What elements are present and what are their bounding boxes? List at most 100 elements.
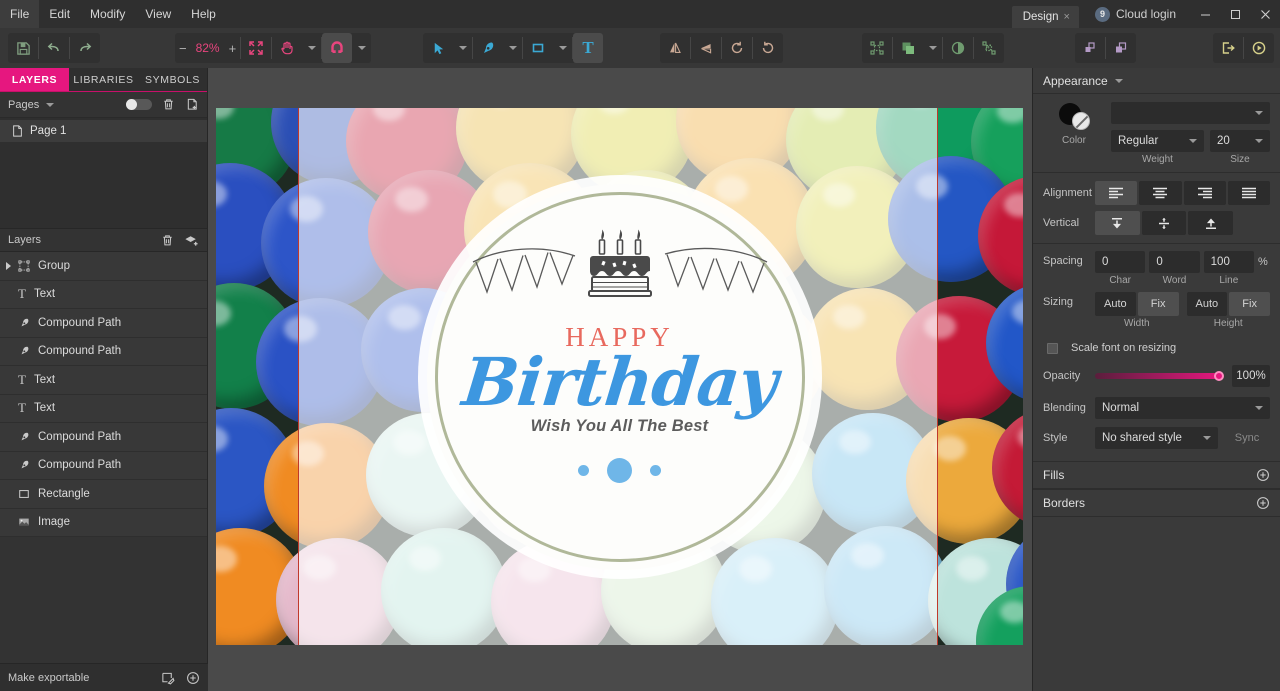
opacity-slider-knob[interactable] bbox=[1214, 371, 1224, 381]
document-tab-design[interactable]: Design × bbox=[1011, 6, 1079, 28]
artwork-circle-card[interactable]: HAPPY Birthday Wish You All The Best bbox=[426, 183, 813, 570]
menu-help[interactable]: Help bbox=[181, 0, 226, 28]
font-size-select[interactable]: 20 bbox=[1210, 130, 1270, 152]
opacity-slider[interactable] bbox=[1095, 371, 1224, 381]
hand-tool-button[interactable] bbox=[272, 33, 302, 63]
select-tool-dropdown[interactable] bbox=[453, 33, 472, 63]
align-center-button[interactable] bbox=[1139, 181, 1182, 205]
pages-visibility-toggle[interactable] bbox=[126, 99, 152, 110]
spacing-line-input[interactable]: 100 bbox=[1203, 251, 1254, 273]
align-right-button[interactable] bbox=[1183, 181, 1226, 205]
close-icon[interactable]: × bbox=[1064, 11, 1070, 23]
menu-modify[interactable]: Modify bbox=[80, 0, 135, 28]
layer-row[interactable]: Compound Path bbox=[0, 423, 207, 452]
hand-tool-dropdown[interactable] bbox=[302, 33, 321, 63]
menu-edit[interactable]: Edit bbox=[39, 0, 80, 28]
minimize-button[interactable] bbox=[1190, 0, 1220, 28]
menu-file[interactable]: File bbox=[0, 0, 40, 28]
save-button[interactable] bbox=[8, 33, 38, 63]
maximize-button[interactable] bbox=[1220, 0, 1250, 28]
valign-middle-button[interactable] bbox=[1141, 211, 1187, 235]
rectangle-tool-dropdown[interactable] bbox=[553, 33, 572, 63]
width-auto-button[interactable]: Auto bbox=[1095, 292, 1136, 316]
arrange-button[interactable] bbox=[893, 33, 923, 63]
font-family-select[interactable] bbox=[1111, 102, 1270, 124]
rotate-counterclockwise-button[interactable] bbox=[722, 33, 752, 63]
layer-row[interactable]: Compound Path bbox=[0, 451, 207, 480]
font-weight-select[interactable]: Regular bbox=[1111, 130, 1204, 152]
spacing-word-input[interactable]: 0 bbox=[1149, 251, 1200, 273]
pen-tool-button[interactable] bbox=[473, 33, 503, 63]
align-left-button[interactable] bbox=[1095, 181, 1138, 205]
trash-icon[interactable] bbox=[162, 98, 175, 111]
text-tool-button[interactable]: T bbox=[573, 33, 603, 63]
export-slice-icon[interactable] bbox=[161, 671, 175, 685]
scale-button[interactable] bbox=[1075, 33, 1105, 63]
mask-button[interactable] bbox=[943, 33, 973, 63]
plus-circle-icon[interactable] bbox=[1256, 468, 1270, 482]
zoom-in-button[interactable]: + bbox=[225, 41, 241, 56]
layer-row[interactable]: Group bbox=[0, 252, 207, 281]
scale-font-row[interactable]: Scale font on resizing bbox=[1033, 335, 1280, 361]
flip-vertical-button[interactable] bbox=[691, 33, 721, 63]
layer-row[interactable]: T Text bbox=[0, 394, 207, 423]
valign-bottom-button[interactable] bbox=[1188, 211, 1234, 235]
fit-to-screen-button[interactable] bbox=[241, 33, 271, 63]
color-swatch[interactable] bbox=[1057, 102, 1091, 132]
appearance-panel-header[interactable]: Appearance bbox=[1033, 68, 1280, 94]
page-item-page-1[interactable]: Page 1 bbox=[0, 120, 207, 142]
layer-row[interactable]: Rectangle bbox=[0, 480, 207, 509]
spacing-char-input[interactable]: 0 bbox=[1095, 251, 1146, 273]
flip-horizontal-button[interactable] bbox=[660, 33, 690, 63]
zoom-level-value[interactable]: 82% bbox=[191, 41, 225, 55]
zoom-out-button[interactable]: − bbox=[175, 41, 191, 56]
export-button[interactable] bbox=[1213, 33, 1243, 63]
plus-circle-icon[interactable] bbox=[1256, 496, 1270, 510]
layer-row[interactable]: Image bbox=[0, 508, 207, 537]
scale-font-checkbox[interactable] bbox=[1047, 342, 1058, 354]
rotate-clockwise-button[interactable] bbox=[753, 33, 783, 63]
snap-dropdown[interactable] bbox=[352, 33, 371, 63]
pen-tool-dropdown[interactable] bbox=[503, 33, 522, 63]
trash-icon[interactable] bbox=[161, 234, 174, 247]
add-page-icon[interactable] bbox=[186, 98, 199, 111]
undo-button[interactable] bbox=[39, 33, 69, 63]
opacity-value-input[interactable]: 100% bbox=[1232, 365, 1270, 387]
chevron-down-icon[interactable] bbox=[1114, 78, 1123, 83]
blending-select[interactable]: Normal bbox=[1095, 397, 1270, 419]
menu-view[interactable]: View bbox=[135, 0, 181, 28]
valign-top-button[interactable] bbox=[1095, 211, 1140, 235]
sync-button[interactable]: Sync bbox=[1224, 432, 1270, 444]
borders-section-header[interactable]: Borders bbox=[1033, 489, 1280, 517]
plus-circle-icon[interactable] bbox=[186, 671, 200, 685]
layer-row[interactable]: T Text bbox=[0, 280, 207, 309]
add-layer-icon[interactable] bbox=[185, 234, 199, 247]
close-button[interactable] bbox=[1250, 0, 1280, 28]
redo-button[interactable] bbox=[70, 33, 100, 63]
shared-style-select[interactable]: No shared style bbox=[1095, 427, 1218, 449]
canvas-area[interactable]: HAPPY Birthday Wish You All The Best bbox=[208, 68, 1032, 691]
preview-play-button[interactable] bbox=[1244, 33, 1274, 63]
arrange-dropdown[interactable] bbox=[923, 33, 942, 63]
height-auto-button[interactable]: Auto bbox=[1186, 292, 1228, 316]
height-fix-button[interactable]: Fix bbox=[1229, 292, 1270, 316]
boolean-ops-button[interactable] bbox=[974, 33, 1004, 63]
cloud-login-button[interactable]: 9 Cloud login bbox=[1079, 6, 1190, 22]
group-button[interactable] bbox=[862, 33, 892, 63]
snap-magnet-button[interactable] bbox=[322, 33, 353, 63]
width-fix-button[interactable]: Fix bbox=[1137, 292, 1179, 316]
duplicate-button[interactable] bbox=[1106, 33, 1136, 63]
chevron-down-icon[interactable] bbox=[46, 102, 55, 107]
fills-section-header[interactable]: Fills bbox=[1033, 461, 1280, 489]
tab-layers[interactable]: LAYERS bbox=[0, 68, 69, 91]
align-justify-button[interactable] bbox=[1227, 181, 1270, 205]
layer-row[interactable]: Compound Path bbox=[0, 309, 207, 338]
tab-symbols[interactable]: SYMBOLS bbox=[138, 68, 207, 91]
rectangle-tool-button[interactable] bbox=[523, 33, 553, 63]
artboard[interactable]: HAPPY Birthday Wish You All The Best bbox=[216, 108, 1023, 645]
tab-libraries[interactable]: LIBRARIES bbox=[69, 68, 138, 91]
chevron-right-icon[interactable] bbox=[6, 261, 11, 270]
layer-row[interactable]: Compound Path bbox=[0, 337, 207, 366]
layer-row[interactable]: T Text bbox=[0, 366, 207, 395]
select-tool-button[interactable] bbox=[423, 33, 453, 63]
